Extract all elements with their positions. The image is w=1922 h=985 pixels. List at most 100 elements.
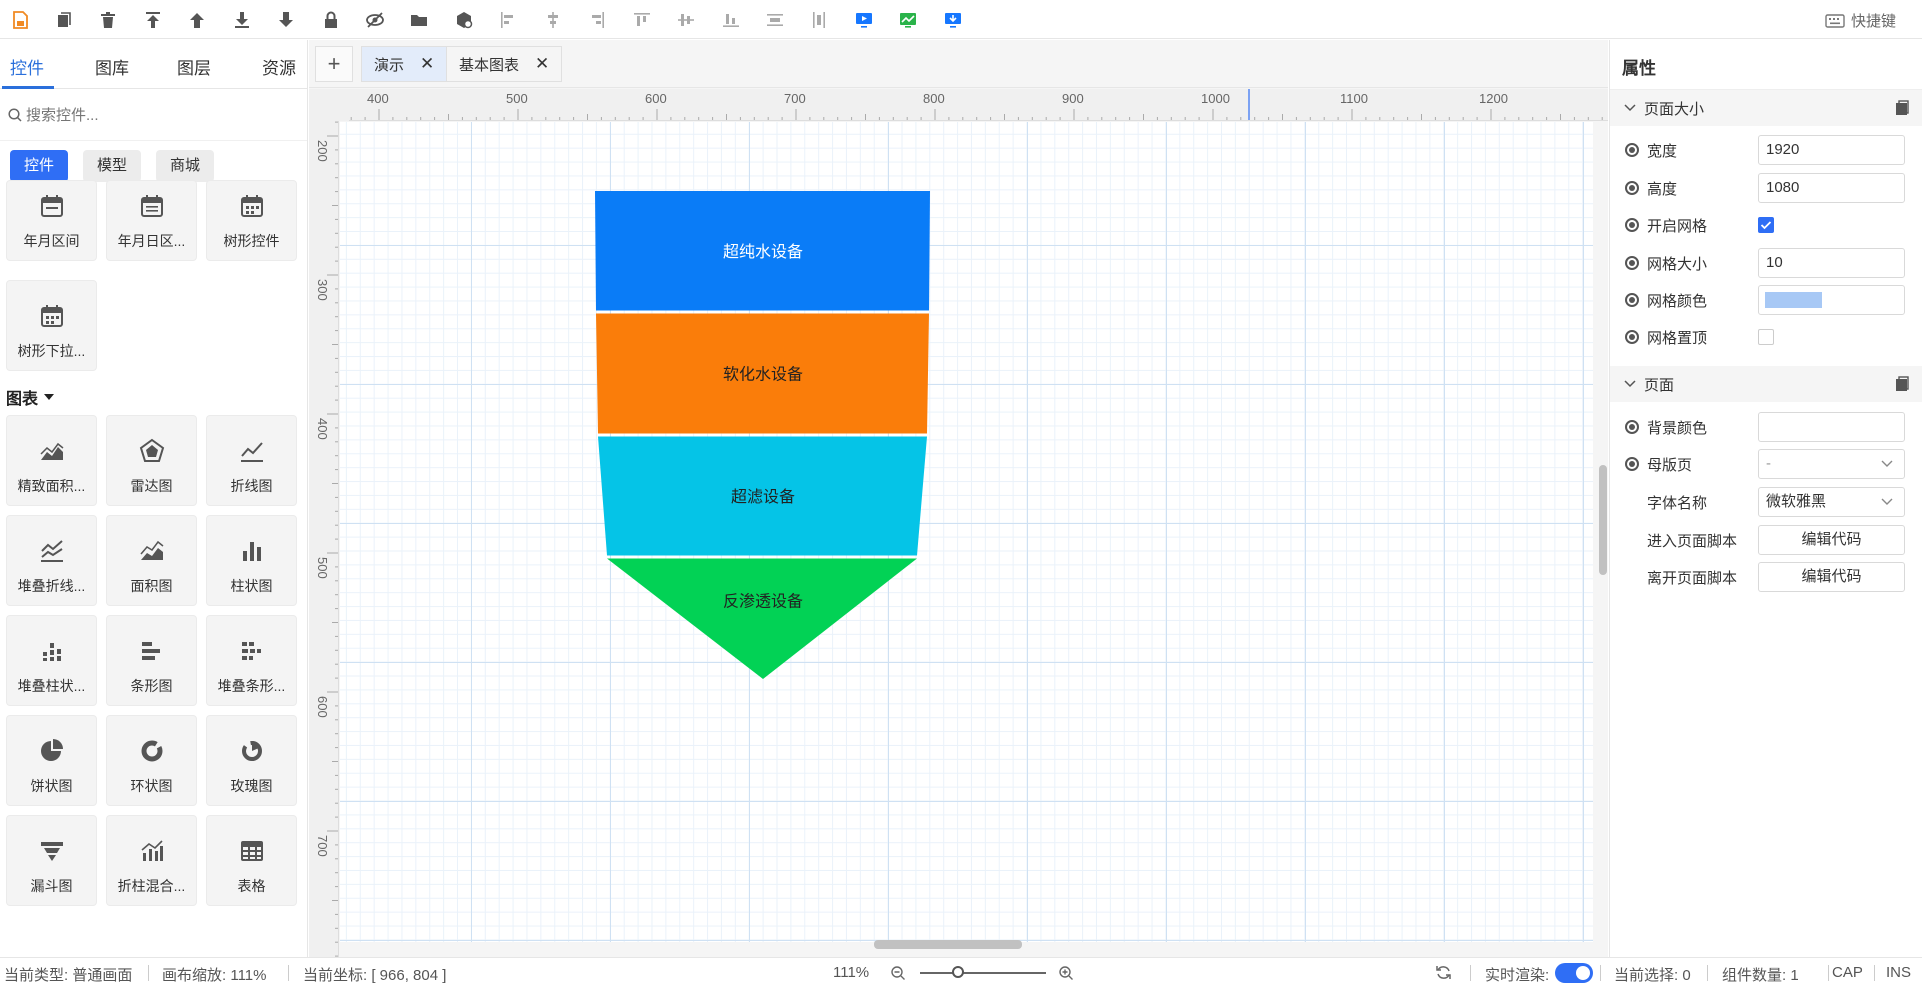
tile-tree-control[interactable]: 树形控件 bbox=[206, 180, 297, 261]
add-page-button[interactable]: + bbox=[315, 46, 353, 82]
ruler-tick-label: 900 bbox=[1062, 91, 1084, 106]
tile-line[interactable]: 折线图 bbox=[206, 415, 297, 506]
font-select[interactable]: 微软雅黑 bbox=[1758, 487, 1905, 517]
zoom-slider[interactable] bbox=[920, 972, 1046, 974]
delete-icon[interactable] bbox=[94, 6, 122, 34]
ruler-tick-label: 1000 bbox=[1201, 91, 1230, 106]
refresh-icon[interactable] bbox=[1435, 964, 1452, 981]
grid-top-checkbox[interactable] bbox=[1758, 329, 1774, 345]
folder-icon[interactable] bbox=[405, 6, 433, 34]
tab-resources[interactable]: 资源 bbox=[262, 54, 296, 79]
edit-leave-script-button[interactable]: 编辑代码 bbox=[1758, 562, 1905, 592]
close-icon[interactable]: ✕ bbox=[535, 54, 549, 74]
search-input[interactable] bbox=[26, 103, 296, 127]
vertical-scrollbar[interactable] bbox=[1599, 465, 1607, 575]
align-middle-icon[interactable] bbox=[672, 6, 700, 34]
tile-mixed[interactable]: 折柱混合... bbox=[106, 815, 197, 906]
chip-store[interactable]: 商城 bbox=[156, 150, 215, 182]
radio-icon[interactable] bbox=[1625, 293, 1639, 307]
page-tab-demo[interactable]: 演示 ✕ bbox=[361, 46, 448, 82]
tile-bar[interactable]: 柱状图 bbox=[206, 515, 297, 606]
vertical-ruler[interactable]: 200 300 400 500 600 700 bbox=[309, 121, 339, 957]
zoom-slider-knob[interactable] bbox=[951, 966, 964, 978]
table-icon bbox=[240, 841, 263, 861]
distribute-h-icon[interactable] bbox=[761, 6, 789, 34]
radio-icon[interactable] bbox=[1625, 457, 1639, 471]
page-tab-basic-chart[interactable]: 基本图表 ✕ bbox=[446, 46, 563, 82]
file-save-icon[interactable] bbox=[6, 6, 34, 34]
realtime-toggle[interactable] bbox=[1555, 963, 1593, 983]
tile-stacked-line[interactable]: 堆叠折线... bbox=[6, 515, 97, 606]
tile-month-range[interactable]: 年月区间 bbox=[6, 180, 97, 261]
master-page-select[interactable]: - bbox=[1758, 449, 1905, 479]
tile-pie[interactable]: 饼状图 bbox=[6, 715, 97, 806]
radio-icon[interactable] bbox=[1625, 218, 1639, 232]
chip-controls[interactable]: 控件 bbox=[10, 150, 69, 182]
bg-color-picker[interactable] bbox=[1758, 412, 1905, 442]
radio-icon[interactable] bbox=[1625, 181, 1639, 195]
copy-icon[interactable] bbox=[50, 6, 78, 34]
radio-icon[interactable] bbox=[1625, 143, 1639, 157]
tile-rose[interactable]: 玫瑰图 bbox=[206, 715, 297, 806]
move-up-icon[interactable] bbox=[183, 6, 211, 34]
shortcut-button[interactable]: 快捷键 bbox=[1825, 10, 1896, 31]
clipboard-icon[interactable] bbox=[1895, 376, 1909, 392]
funnel-stage[interactable] bbox=[607, 558, 917, 680]
tile-fine-area[interactable]: 精致面积... bbox=[6, 415, 97, 506]
tile-table[interactable]: 表格 bbox=[206, 815, 297, 906]
clipboard-icon[interactable] bbox=[1895, 100, 1909, 116]
radio-icon[interactable] bbox=[1625, 330, 1639, 344]
zoom-in-icon[interactable] bbox=[1058, 965, 1074, 981]
tile-horizontal-bar[interactable]: 条形图 bbox=[106, 615, 197, 706]
move-bottom-icon[interactable] bbox=[272, 6, 300, 34]
section-page[interactable]: 页面 bbox=[1610, 366, 1922, 402]
section-page-size[interactable]: 页面大小 bbox=[1610, 90, 1922, 126]
chart-section-header[interactable]: 图表 bbox=[6, 385, 55, 409]
radio-icon[interactable] bbox=[1625, 420, 1639, 434]
prop-grid-size: 网格大小 10 bbox=[1610, 247, 1922, 279]
tab-gallery[interactable]: 图库 bbox=[95, 54, 129, 79]
align-center-h-icon[interactable] bbox=[539, 6, 567, 34]
tile-area[interactable]: 面积图 bbox=[106, 515, 197, 606]
tile-ring[interactable]: 环状图 bbox=[106, 715, 197, 806]
hide-icon[interactable] bbox=[361, 6, 389, 34]
distribute-v-icon[interactable] bbox=[805, 6, 833, 34]
horizontal-scrollbar[interactable] bbox=[874, 940, 1022, 949]
tile-funnel[interactable]: 漏斗图 bbox=[6, 815, 97, 906]
component-icon[interactable] bbox=[450, 6, 478, 34]
preview-icon[interactable] bbox=[850, 6, 878, 34]
ruler-tick-label: 1200 bbox=[1479, 91, 1508, 106]
close-icon[interactable]: ✕ bbox=[420, 54, 434, 74]
component-panel: 控件 图库 图层 资源 控件 模型 商城 年月区间 年月日区... 树形控件 树… bbox=[0, 40, 308, 957]
edit-enter-script-button[interactable]: 编辑代码 bbox=[1758, 525, 1905, 555]
move-down-icon[interactable] bbox=[228, 6, 256, 34]
align-bottom-icon[interactable] bbox=[717, 6, 745, 34]
align-top-icon[interactable] bbox=[628, 6, 656, 34]
tab-layers[interactable]: 图层 bbox=[177, 54, 211, 79]
design-canvas[interactable]: 超纯水设备 软化水设备 超滤设备 反渗透设备 bbox=[340, 122, 1593, 942]
status-bar: 当前类型: 普通画面 画布缩放: 111% 当前坐标: [ 966, 804 ]… bbox=[0, 957, 1922, 985]
grid-on-checkbox[interactable] bbox=[1758, 217, 1774, 233]
move-top-icon[interactable] bbox=[139, 6, 167, 34]
zoom-out-icon[interactable] bbox=[890, 965, 906, 981]
chart-icon[interactable] bbox=[894, 6, 922, 34]
height-input[interactable]: 1080 bbox=[1758, 173, 1905, 203]
chip-models[interactable]: 模型 bbox=[83, 150, 142, 182]
funnel-chart[interactable]: 超纯水设备软化水设备超滤设备反渗透设备 bbox=[595, 191, 935, 691]
tile-radar[interactable]: 雷达图 bbox=[106, 415, 197, 506]
tab-controls[interactable]: 控件 bbox=[10, 54, 44, 79]
publish-icon[interactable] bbox=[939, 6, 967, 34]
align-right-icon[interactable] bbox=[583, 6, 611, 34]
radio-icon[interactable] bbox=[1625, 256, 1639, 270]
tile-tree-select[interactable]: 树形下拉... bbox=[6, 280, 97, 371]
align-left-icon[interactable] bbox=[494, 6, 522, 34]
horizontal-ruler[interactable]: 400 500 600 700 800 900 1000 1100 1200 bbox=[349, 89, 1608, 121]
grid-size-input[interactable]: 10 bbox=[1758, 248, 1905, 278]
tile-date-range[interactable]: 年月日区... bbox=[106, 180, 197, 261]
lock-icon[interactable] bbox=[317, 6, 345, 34]
check-icon bbox=[1760, 221, 1772, 230]
tile-stacked-horizontal[interactable]: 堆叠条形... bbox=[206, 615, 297, 706]
width-input[interactable]: 1920 bbox=[1758, 135, 1905, 165]
grid-color-picker[interactable] bbox=[1758, 285, 1905, 315]
tile-stacked-bar[interactable]: 堆叠柱状... bbox=[6, 615, 97, 706]
